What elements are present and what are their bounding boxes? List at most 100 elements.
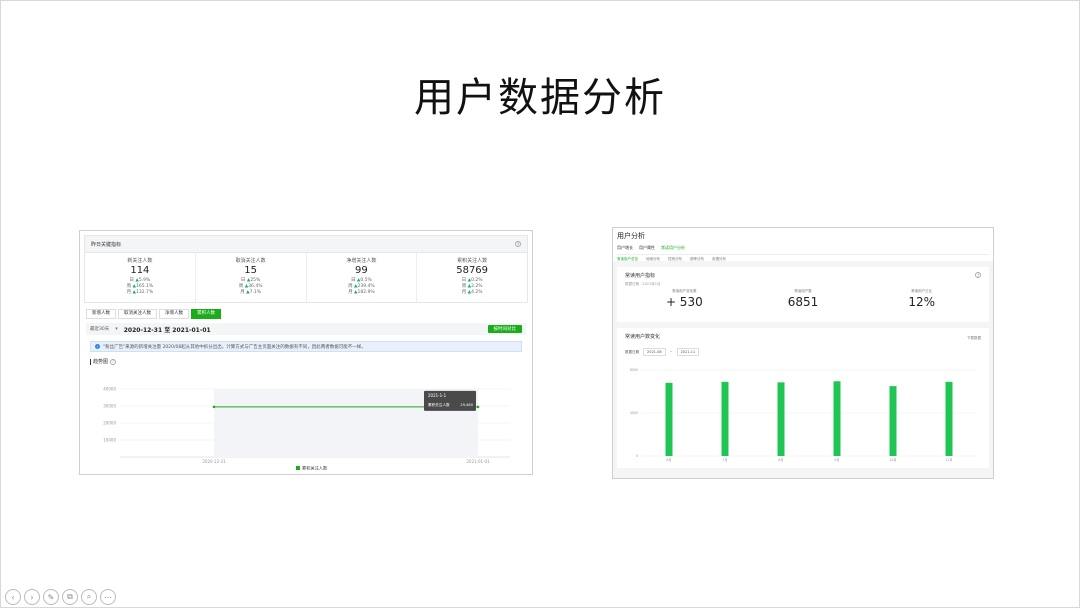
frequent-reader-trend-card: 常读用户数变化 下载数据 数据日期 2021-08 ~ 2021-11 8000… (617, 328, 989, 468)
user-analysis-header: 用户分析 用户增长 用户属性 常读用户分析 常读用户总览 地域分布 性别分布 频… (613, 228, 993, 261)
slide-title: 用户数据分析 (414, 75, 666, 121)
kpi-row: 常读用户变化数 + 530 常读用户数 6851 常读用户占比 12% (625, 289, 981, 309)
bar (833, 381, 841, 456)
subnav-penetration[interactable]: 渗透分布 (712, 257, 726, 262)
metric-label: 取消关注人数 (235, 258, 266, 264)
trend-heading: 趋势图 ? (90, 358, 522, 365)
nav-user-attributes[interactable]: 用户属性 (639, 245, 655, 251)
y-tick-label: 8000 (630, 368, 638, 372)
data-point (476, 405, 480, 409)
x-tick-label: 7月 (722, 458, 727, 462)
subnav-frequency[interactable]: 频率分布 (690, 257, 704, 262)
nav-frequent-readers[interactable]: 常读用户分析 (661, 245, 685, 251)
metric-month-row: 月 ▲7.1% (240, 290, 262, 295)
chevron-down-icon[interactable]: ▾ (115, 326, 118, 332)
card-title: 常读用户数变化 (625, 334, 661, 340)
bar (777, 382, 785, 456)
tab-net[interactable]: 净增人数 (159, 309, 189, 319)
metric-unfollows: 取消关注人数 15 日 ▲25% 周 ▲36.4% 月 ▲7.1% (196, 253, 307, 302)
subnav-region[interactable]: 地域分布 (646, 257, 660, 262)
prev-icon[interactable]: ‹ (5, 589, 21, 605)
tab-total[interactable]: 累积人数 (191, 309, 221, 319)
metric-value: 99 (355, 265, 368, 276)
metric-month-row: 月 ▲182.9% (348, 290, 375, 295)
x-tick-label: 2020-12-31 (202, 459, 226, 464)
legend-swatch (296, 466, 300, 470)
date-from[interactable]: 2021-08 (643, 348, 666, 356)
y-tick-label: 40000 (103, 387, 116, 392)
x-tick-label: 8月 (778, 458, 783, 462)
slide-toolbar: ‹ › ✎ ⧉ ⌕ ⋯ (5, 589, 116, 605)
x-tick-label: 11月 (945, 458, 952, 462)
kpi-count: 常读用户数 6851 (744, 289, 863, 309)
line-chart: 40000 30000 20000 10000 2020-12-31 2021-01-01… (103, 387, 510, 472)
next-icon[interactable]: › (24, 589, 40, 605)
download-link[interactable]: 下载数据 (967, 336, 981, 341)
y-tick-label: 0 (636, 454, 638, 458)
metric-new-followers: 新关注人数 114 日 ▲5.9% 周 ▲165.1% 月 ▲132.7% (85, 253, 196, 302)
tooltip-label: 累积关注人数 (428, 402, 450, 407)
kpi-change: 常读用户变化数 + 530 (625, 289, 744, 309)
help-icon[interactable]: ? (975, 272, 981, 278)
kpi-label: 常读用户占比 (911, 289, 933, 293)
bar (665, 382, 673, 456)
kpi-ratio: 常读用户占比 12% (862, 289, 981, 309)
kpi-value: 12% (908, 295, 936, 309)
more-icon[interactable]: ⋯ (100, 589, 116, 605)
key-metrics-header: 昨日关键指标 ? (84, 235, 528, 253)
tab-unfollow[interactable]: 取消关注人数 (118, 309, 157, 319)
kpi-label: 常读用户数 (794, 289, 812, 293)
y-tick-label: 10000 (103, 438, 116, 443)
metric-value: 15 (244, 265, 257, 276)
kpi-label: 常读用户变化数 (672, 289, 697, 293)
zoom-icon[interactable]: ⌕ (81, 589, 97, 605)
right-screenshot: 用户分析 用户增长 用户属性 常读用户分析 常读用户总览 地域分布 性别分布 频… (612, 227, 994, 479)
page-title: 用户分析 (617, 232, 645, 240)
tooltip-value: 29,480 (460, 403, 473, 407)
range-selector[interactable]: 最近30天 (90, 326, 109, 332)
metric-month-row: 月 ▲4.2% (461, 290, 483, 295)
legend-label: 累积关注人数 (302, 465, 328, 472)
date-label: 数据日期 (625, 349, 639, 354)
tab-new[interactable]: 新增人数 (86, 309, 116, 319)
trend-label: 趋势图 (93, 359, 109, 365)
subnav-overview[interactable]: 常读用户总览 (617, 257, 638, 262)
tooltip-title: 2021-1-1 (428, 393, 447, 398)
help-icon[interactable]: ? (110, 358, 117, 365)
notice-banner: i "粉丝广告"来源的新增关注量 2020/08起从其他中拆分出出，计算方式与广… (90, 341, 522, 352)
data-point (212, 405, 216, 409)
metric-label: 净增关注人数 (346, 258, 377, 264)
metric-value: 114 (130, 265, 150, 276)
y-tick-label: 20000 (103, 421, 116, 426)
bar (945, 381, 953, 456)
pen-icon[interactable]: ✎ (43, 589, 59, 605)
copy-icon[interactable]: ⧉ (62, 589, 78, 605)
slide: 用户数据分析 昨日关键指标 ? 新关注人数 114 日 ▲5.9% 周 ▲165… (0, 0, 1080, 608)
help-icon[interactable]: ? (515, 241, 521, 247)
metric-tabs: 新增人数 取消关注人数 净增人数 累积人数 (86, 309, 526, 319)
y-tick-label: 30000 (103, 404, 116, 409)
frequent-reader-metrics-card: 常读用户指标 ? 数据日期 · 2021年1月 常读用户变化数 + 530 常读… (617, 267, 989, 322)
date-to[interactable]: 2021-11 (676, 348, 700, 356)
card-subtitle: 数据日期 · 2021年1月 (625, 282, 661, 286)
x-tick-label: 6月 (666, 458, 671, 462)
subnav-gender[interactable]: 性别分布 (668, 257, 682, 262)
card-title: 常读用户指标 (625, 273, 656, 279)
metric-value: 58769 (456, 265, 489, 276)
bar-chart: 8000 4000 0 6月 7月 8月 9月 10月 11月 (630, 368, 977, 462)
sub-nav: 常读用户总览 地域分布 性别分布 频率分布 渗透分布 (617, 254, 989, 262)
notice-text: "粉丝广告"来源的新增关注量 2020/08起从其他中拆分出出，计算方式与广告主… (103, 344, 366, 350)
nav-user-growth[interactable]: 用户增长 (617, 245, 633, 251)
kpi-value: 6851 (787, 295, 819, 309)
y-tick-label: 4000 (630, 411, 638, 415)
metric-net-followers: 净增关注人数 99 日 ▲0.5% 周 ▲239.4% 月 ▲182.9% (307, 253, 418, 302)
metric-label: 累积关注人数 (457, 258, 488, 264)
main-nav: 用户增长 用户属性 常读用户分析 (617, 245, 989, 251)
compare-button[interactable]: 按时间对比 (487, 325, 522, 333)
metrics-row: 新关注人数 114 日 ▲5.9% 周 ▲165.1% 月 ▲132.7% 取消… (84, 253, 528, 303)
date-range-bar: 最近30天 ▾ 2020-12-31 至 2021-01-01 按时间对比 (86, 323, 526, 335)
x-tick-label: 9月 (834, 458, 839, 462)
date-range-value[interactable]: 2020-12-31 至 2021-01-01 (124, 325, 211, 334)
date-filter: 数据日期 2021-08 ~ 2021-11 (625, 348, 981, 356)
key-metrics-title: 昨日关键指标 (91, 241, 122, 248)
